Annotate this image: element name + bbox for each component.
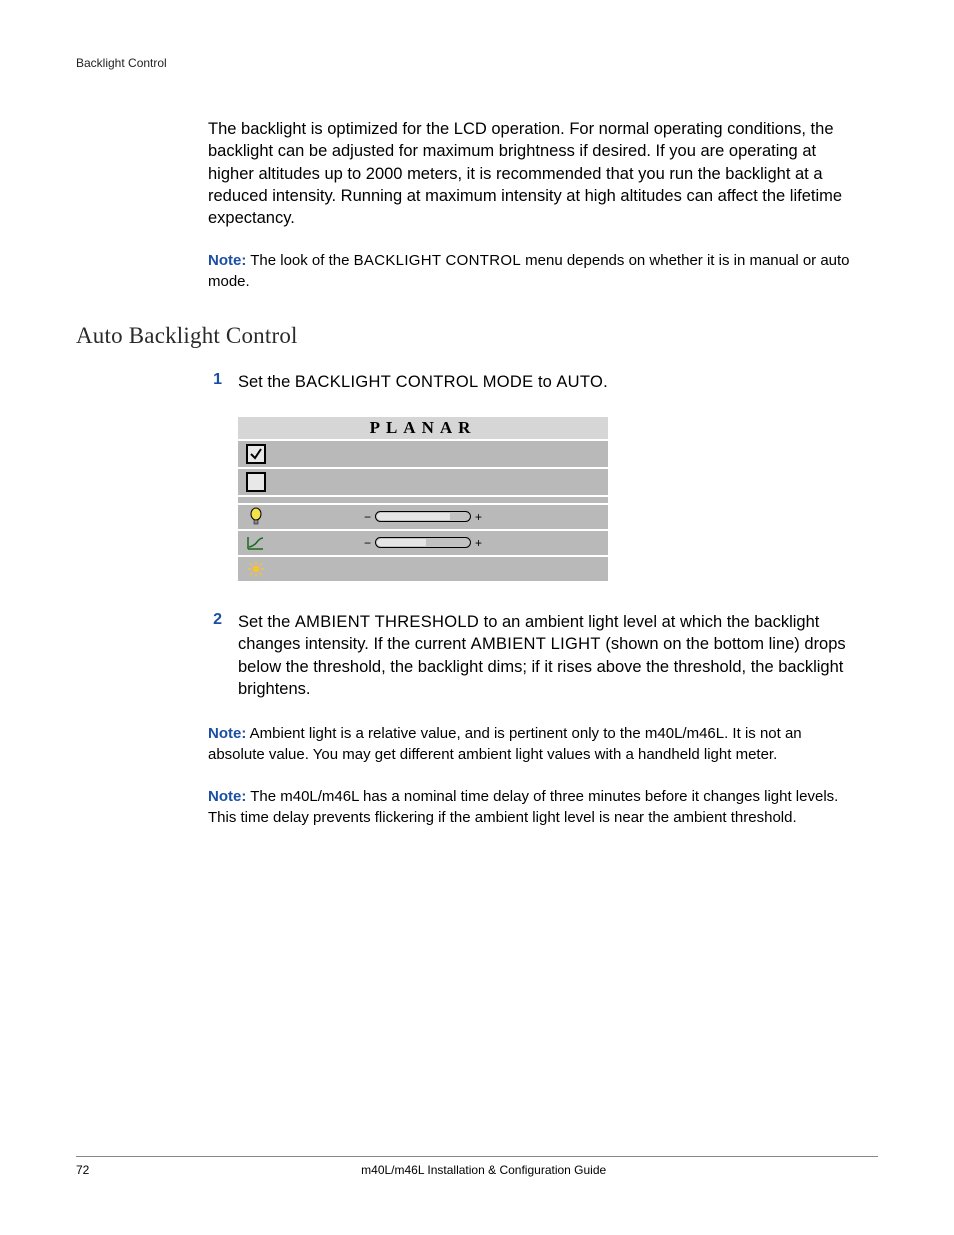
sun-icon: [238, 560, 274, 578]
bulb-icon: [238, 507, 274, 527]
footer-title: m40L/m46L Installation & Configuration G…: [89, 1163, 878, 1177]
step-text: Set the BACKLIGHT CONTROL MODE to AUTO.: [238, 371, 608, 393]
step-number: 1: [208, 371, 222, 393]
note-delay: Note: The m40L/m46L has a nominal time d…: [208, 787, 860, 828]
menu-figure: PLANAR −: [238, 417, 608, 583]
planar-logo: PLANAR: [370, 418, 477, 438]
step-2: 2 Set the AMBIENT THRESHOLD to an ambien…: [208, 611, 860, 700]
note-mode: Note: The look of the BACKLIGHT CONTROL …: [208, 251, 860, 292]
slider-plus: +: [475, 536, 482, 550]
step-number: 2: [208, 611, 222, 700]
menu-row-ambient: [238, 557, 608, 583]
section-heading: Auto Backlight Control: [76, 323, 860, 349]
menu-row-spacer: [238, 497, 608, 505]
note-label: Note:: [208, 252, 246, 269]
note-label: Note:: [208, 788, 246, 805]
note-text-before: The look of the: [246, 252, 353, 269]
menu-row-slider-threshold: − +: [238, 531, 608, 557]
slider-plus: +: [475, 510, 482, 524]
menu-header-row: PLANAR: [238, 417, 608, 441]
note-sc: BACKLIGHT CONTROL: [354, 252, 521, 269]
header-breadcrumb: Backlight Control: [76, 56, 878, 70]
note-text: Ambient light is a relative value, and i…: [208, 725, 802, 763]
page-number: 72: [76, 1163, 89, 1177]
checkbox-checked-icon: [246, 444, 266, 464]
menu-row-slider-intensity: − +: [238, 505, 608, 531]
step-1: 1 Set the BACKLIGHT CONTROL MODE to AUTO…: [208, 371, 860, 393]
slider-minus: −: [364, 536, 371, 550]
note-label: Note:: [208, 725, 246, 742]
checkbox-empty-icon: [246, 472, 266, 492]
note-text: The m40L/m46L has a nominal time delay o…: [208, 788, 838, 826]
slider-minus: −: [364, 510, 371, 524]
menu-row-manual: [238, 469, 608, 497]
note-relative: Note: Ambient light is a relative value,…: [208, 724, 860, 765]
step-text: Set the AMBIENT THRESHOLD to an ambient …: [238, 611, 860, 700]
slider-threshold: [375, 537, 471, 548]
page-footer: 72 m40L/m46L Installation & Configuratio…: [76, 1156, 878, 1177]
slider-intensity: [375, 511, 471, 522]
intro-paragraph: The backlight is optimized for the LCD o…: [208, 118, 860, 229]
curve-icon: [238, 535, 274, 551]
menu-row-auto: [238, 441, 608, 469]
